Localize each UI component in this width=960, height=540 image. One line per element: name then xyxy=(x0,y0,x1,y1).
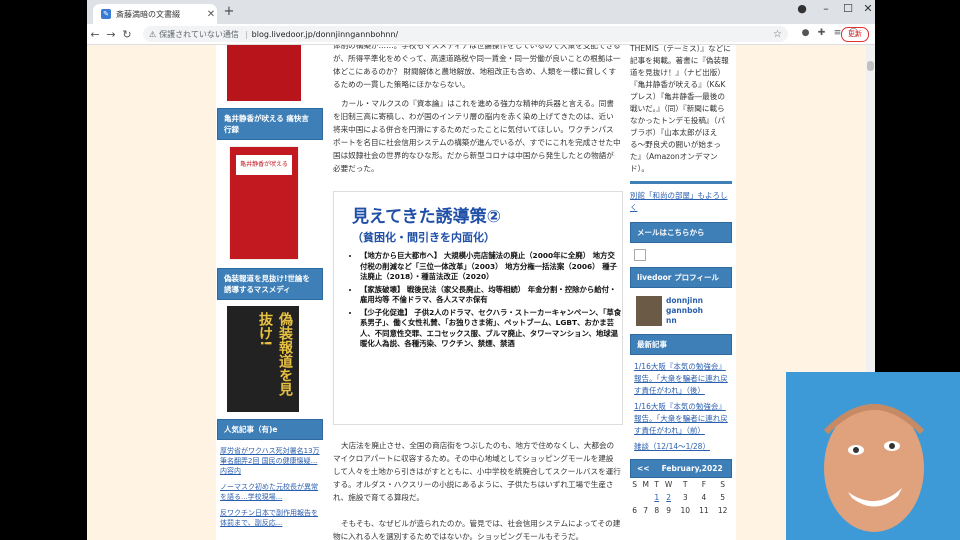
calendar: S M T W T F S 1 2 3 4 5 6 7 8 9 10 11 12 xyxy=(630,478,732,517)
calendar-weekdays: S M T W T F S xyxy=(630,478,732,491)
weekday: S xyxy=(632,480,638,489)
presenter-face-image xyxy=(823,404,925,532)
blog-favicon: ✎ xyxy=(101,9,111,19)
sidebar-heading-book2: 偽装報道を見抜け!世論を誘導するマスメディ xyxy=(217,268,323,300)
forward-icon[interactable]: → xyxy=(103,28,119,41)
weekday: M xyxy=(642,480,649,489)
calendar-week: 6 7 8 9 10 11 12 xyxy=(630,504,732,517)
recent-link[interactable]: 1/16大阪『本気の勉強会』報告。「大衆を騙者に連れ戻す責任がわれ」（後） xyxy=(634,361,732,397)
slide-image: 見えてきた誘導策② （貧困化・間引きを内面化） 【地方から巨大都市へ】 大規模小… xyxy=(333,191,623,425)
tab-title: 斎藤満暗の文書綴 xyxy=(116,9,180,19)
separator: | xyxy=(244,29,248,39)
calendar-day: 12 xyxy=(717,506,728,515)
calendar-day: 3 xyxy=(682,493,688,502)
sidebar-heading-mail: メールはこちらから xyxy=(630,222,732,243)
paragraph: そもそも、なぜビルが造られたのか。管見では、社会信用システムによってその建物に入… xyxy=(333,519,621,540)
scrollbar-thumb[interactable] xyxy=(867,61,874,71)
calendar-prev[interactable]: << xyxy=(637,464,650,473)
weekday: S xyxy=(720,480,725,489)
back-icon[interactable]: ← xyxy=(87,28,103,41)
insecure-label: 保護されていない通信 xyxy=(159,29,239,39)
popular-link[interactable]: 反ワクチン日本で副作用報告を体罰まで、副反応... xyxy=(220,508,320,528)
calendar-day[interactable]: 1 xyxy=(652,491,661,504)
slide-title: 見えてきた誘導策② xyxy=(352,207,502,227)
sidebar-heading-popular: 人気記事（有)e xyxy=(217,419,323,440)
calendar-day: 10 xyxy=(680,506,690,515)
recent-list: 1/16大阪『本気の勉強会』報告。「大衆を騙者に連れ戻す責任がわれ」（後） 1/… xyxy=(634,361,732,453)
author-intro: THEMIS（テーミス）』などに記事を掲載。著書に『偽装報道を見抜け！』（ナビ出… xyxy=(630,45,731,173)
calendar-day: 6 xyxy=(632,506,638,515)
calendar-day: 7 xyxy=(643,506,649,515)
slide-item: 【少子化促進】 子供2人のドラマ、セクハラ・ストーカーキャンペーン、「草食系男子… xyxy=(360,308,622,350)
extension-icon[interactable]: ● xyxy=(799,27,812,40)
new-tab-icon[interactable]: + xyxy=(221,4,237,19)
paragraph: カール・マルクスの『資本論』はこれを進める強力な精神的兵器と言える。同書を旧制三… xyxy=(333,99,621,173)
weekday: W xyxy=(664,480,673,489)
book-cover-kamei[interactable]: 亀井静香が吠える xyxy=(229,146,299,260)
calendar-header: << February,2022 xyxy=(630,459,732,478)
calendar-week: 1 2 3 4 5 xyxy=(630,491,732,504)
paragraph: 体制の構築が……。学校もマスメディアは世論操作をしているので大衆を支配できるが、… xyxy=(333,45,621,89)
slide-subtitle: （貧困化・間引きを内面化） xyxy=(352,231,495,244)
warning-icon: ⚠ xyxy=(149,29,157,39)
calendar-day xyxy=(639,491,652,504)
slide-item: 【地方から巨大都市へ】 大規模小売店舗法の廃止（2000年に全廃） 地方交付税の… xyxy=(360,251,622,283)
weekday: T xyxy=(682,480,688,489)
mail-image-icon[interactable] xyxy=(634,249,646,261)
calendar-day xyxy=(630,491,639,504)
calendar-day: 11 xyxy=(699,506,709,515)
close-window-icon[interactable]: ✕ xyxy=(857,2,875,15)
book-cover-top[interactable] xyxy=(227,45,301,101)
webcam-overlay xyxy=(786,372,960,540)
minimize-icon[interactable]: – xyxy=(815,2,837,15)
weekday: F xyxy=(701,480,707,489)
recent-link[interactable]: 1/16大阪『本気の勉強会』報告。「大衆を騙者に連れ戻す責任がわれ」（前） xyxy=(634,401,732,437)
recent-link[interactable]: 雑談（12/14〜1/28） xyxy=(634,441,732,453)
calendar-day: 4 xyxy=(701,493,707,502)
address-bar[interactable]: ⚠ 保護されていない通信 | blog.livedoor.jp/donnjinn… xyxy=(143,26,788,42)
puzzle-icon[interactable]: ✚ xyxy=(815,27,828,40)
left-sidebar: 亀井静香が吠える 痛快言行録 亀井静香が吠える 偽装報道を見抜け!世論を誘導する… xyxy=(217,45,323,534)
calendar-day: 9 xyxy=(666,506,672,515)
calendar-title: February,2022 xyxy=(661,464,723,473)
right-sidebar: THEMIS（テーミス）』などに記事を掲載。著書に『偽装報道を見抜け！』（ナビ出… xyxy=(630,45,732,517)
url-text: blog.livedoor.jp/donnjinngannbohnn/ xyxy=(251,29,399,39)
popular-link[interactable]: ノーマスク初めた元校長が異常を語る...学校現場... xyxy=(220,482,320,502)
browser-tab[interactable]: ✎ 斎藤満暗の文書綴 ✕ xyxy=(93,4,217,24)
update-button[interactable]: 更新 xyxy=(841,27,869,42)
calendar-day: 8 xyxy=(654,506,660,515)
close-icon[interactable]: ✕ xyxy=(205,9,217,20)
reload-icon[interactable]: ↻ xyxy=(119,28,135,41)
record-icon[interactable]: ● xyxy=(791,2,813,15)
profile-box: donnjinngannbohnn xyxy=(636,296,726,326)
calendar-day: 5 xyxy=(720,493,725,502)
calendar-day[interactable]: 2 xyxy=(661,491,676,504)
browser-toolbar: ← → ↻ ⚠ 保護されていない通信 | blog.livedoor.jp/do… xyxy=(87,24,875,45)
web-page: 亀井静香が吠える 痛快言行録 亀井静香が吠える 偽装報道を見抜け!世論を誘導する… xyxy=(87,45,875,540)
sidebar-heading-profile: livedoor プロフィール xyxy=(630,267,732,288)
weekday: T xyxy=(654,480,659,489)
book-cover-fake-news[interactable]: 偽装報道を見抜け! xyxy=(227,306,299,412)
slide-item: 【家族破壊】 戦後民法（家父長廃止、均等相続） 年金分割・控除から給付・雇用均等… xyxy=(360,285,622,306)
browser-window: ✎ 斎藤満暗の文書綴 ✕ + ● – ☐ ✕ ← → ↻ ⚠ 保護されていない通… xyxy=(87,0,875,540)
popular-link[interactable]: 厚労省がワクハス死対署名13万筆名翻弄2回 国民の健康懐疑... 内容内 xyxy=(220,446,320,476)
divider xyxy=(630,181,732,184)
tab-bar: ✎ 斎藤満暗の文書綴 ✕ + ● – ☐ ✕ xyxy=(87,0,875,24)
paragraph: 大店法を廃止させ、全国の商店街をつぶしたのも、地方で住めなくし、大都会のマイクロ… xyxy=(333,441,621,502)
maximize-icon[interactable]: ☐ xyxy=(837,2,859,15)
slide-list: 【地方から巨大都市へ】 大規模小売店舗法の廃止（2000年に全廃） 地方交付税の… xyxy=(348,251,622,350)
book2-title: 偽装報道を見抜け! xyxy=(257,312,293,396)
bookmark-star-icon[interactable]: ☆ xyxy=(773,29,782,40)
profile-name[interactable]: donnjinngannbohnn xyxy=(666,296,708,326)
sidebar-heading-recent: 最新記事 xyxy=(630,334,732,355)
avatar[interactable] xyxy=(636,296,662,326)
annex-link[interactable]: 別館「和尚の部屋」もよろしく xyxy=(630,190,732,214)
article-body: 体制の構築が……。学校もマスメディアは世論操作をしているので大衆を支配できるが、… xyxy=(333,45,623,540)
sidebar-heading-book: 亀井静香が吠える 痛快言行録 xyxy=(217,108,323,140)
book-title: 亀井静香が吠える xyxy=(236,155,292,175)
